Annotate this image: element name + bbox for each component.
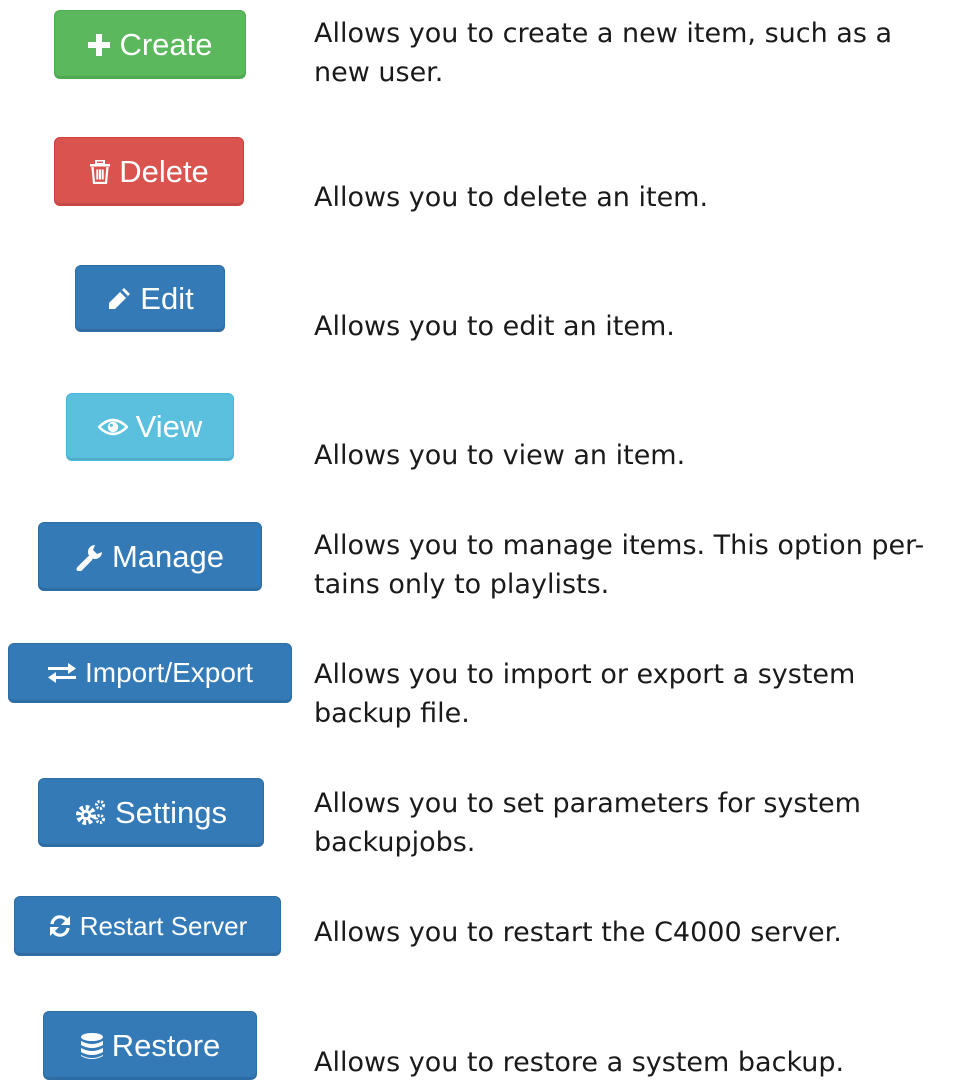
refresh-icon [48, 914, 72, 938]
trash-icon [89, 159, 111, 184]
restart-server-button[interactable]: Restart Server [14, 896, 281, 956]
restart-server-button-label: Restart Server [79, 910, 248, 941]
restore-button-label: Restore [111, 1027, 221, 1063]
restart-server-description: Allows you to restart the C4000 server. [314, 917, 842, 948]
view-description: Allows you to view an item. [314, 440, 686, 471]
import-export-description: Allows you to import or export a system … [314, 659, 856, 729]
plus-icon [87, 33, 111, 57]
edit-button[interactable]: Edit [75, 265, 225, 332]
manage-description: Allows you to manage items. This option … [314, 530, 925, 600]
create-button-label: Create [119, 26, 213, 62]
settings-description: Allows you to set parameters for system … [314, 788, 861, 858]
view-button-label: View [135, 409, 203, 444]
import-export-button-label: Import/Export [84, 657, 254, 688]
pencil-icon [106, 286, 132, 312]
gears-icon [75, 799, 107, 827]
create-button[interactable]: Create [54, 10, 246, 79]
delete-button-label: Delete [119, 153, 209, 189]
swap-arrows-icon [47, 662, 77, 684]
restore-description: Allows you to restore a system backup. [314, 1047, 845, 1078]
import-export-button[interactable]: Import/Export [8, 643, 292, 703]
view-button[interactable]: View [66, 393, 234, 461]
database-icon [80, 1032, 104, 1060]
edit-description: Allows you to edit an item. [314, 311, 675, 342]
create-description: Allows you to create a new item, such as… [314, 18, 893, 88]
manage-button[interactable]: Manage [38, 522, 262, 591]
delete-button[interactable]: Delete [54, 137, 244, 206]
settings-button[interactable]: Settings [38, 778, 264, 847]
delete-description: Allows you to delete an item. [314, 182, 709, 213]
settings-button-label: Settings [114, 794, 227, 830]
wrench-icon [76, 543, 104, 571]
manage-button-label: Manage [111, 538, 225, 574]
edit-button-label: Edit [140, 280, 194, 316]
restore-button[interactable]: Restore [43, 1011, 257, 1080]
eye-icon [97, 417, 128, 437]
